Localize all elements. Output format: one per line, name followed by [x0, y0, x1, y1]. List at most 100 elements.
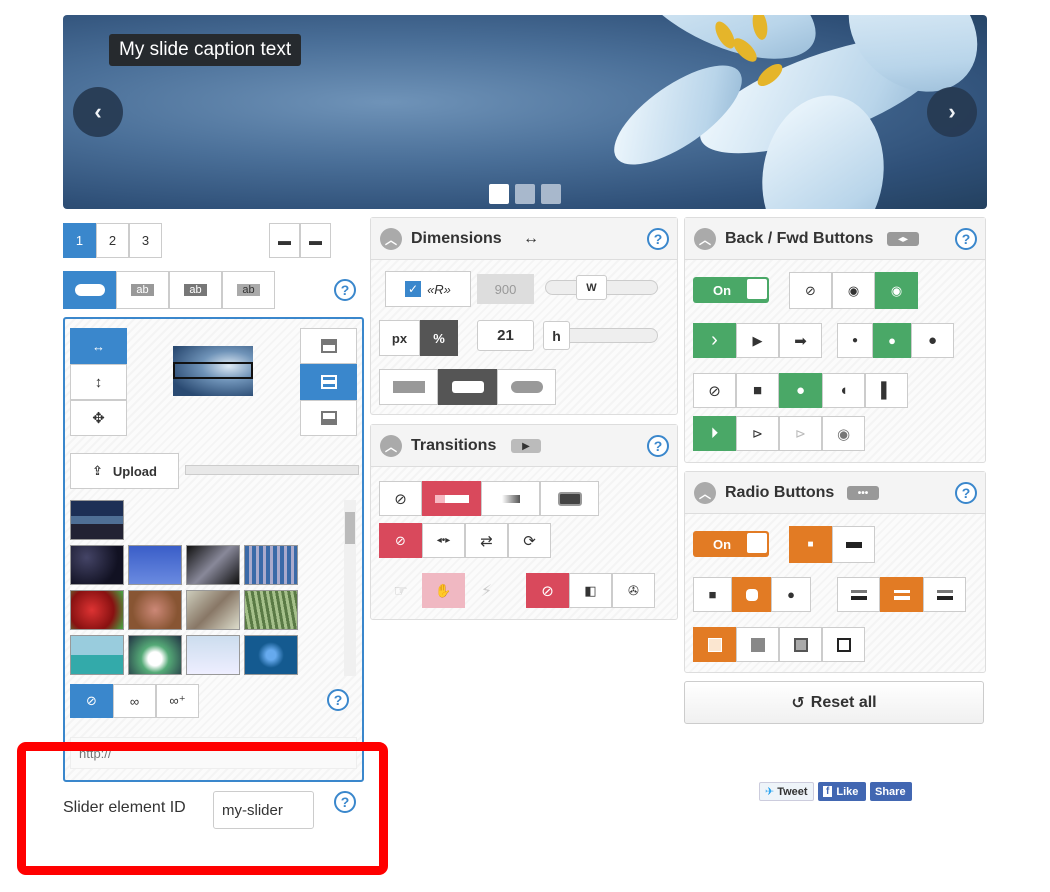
image-thumbnail[interactable]: [128, 545, 182, 585]
transition-slide-button[interactable]: [422, 481, 481, 516]
image-thumbnail[interactable]: [70, 635, 124, 675]
page-button-1[interactable]: 1: [63, 223, 96, 258]
slide-dot-2[interactable]: [515, 184, 535, 204]
add-slide-button[interactable]: ▬: [300, 223, 331, 258]
collapse-chevron-icon[interactable]: ︿: [380, 228, 402, 250]
width-value-field[interactable]: 900: [477, 274, 534, 304]
radio-dots-button[interactable]: ■: [789, 526, 832, 563]
corner-pill-button[interactable]: [497, 369, 556, 405]
slide-prev-button[interactable]: ‹: [73, 87, 123, 137]
help-icon[interactable]: ?: [334, 279, 356, 301]
caption-style-3[interactable]: ab: [222, 271, 275, 309]
size-large-button[interactable]: ●: [911, 323, 954, 358]
size-small-button[interactable]: ●: [837, 323, 873, 358]
shape-none-button[interactable]: ⊘: [693, 373, 736, 408]
arrow-long-button[interactable]: ➡: [779, 323, 822, 358]
hover-visible-button[interactable]: ◉: [832, 272, 875, 309]
radio-framed-button[interactable]: [779, 627, 822, 662]
help-icon[interactable]: ?: [327, 689, 349, 711]
image-thumbnail[interactable]: [186, 590, 240, 630]
loop-bounce-button[interactable]: ◂•▸: [422, 523, 465, 558]
caption-style-none[interactable]: [63, 271, 116, 309]
keyboard-all-button[interactable]: ✇: [612, 573, 655, 608]
keyboard-arrows-button[interactable]: ◧: [569, 573, 612, 608]
height-value-field[interactable]: 21: [477, 320, 534, 351]
radio-toggle[interactable]: On: [693, 531, 769, 557]
tweet-button[interactable]: ✈ Tweet: [759, 782, 814, 801]
radio-pos-center-button[interactable]: [880, 577, 923, 612]
link-new-window-button[interactable]: ∞⁺: [156, 684, 199, 718]
collapse-chevron-icon[interactable]: ︿: [380, 435, 402, 457]
size-medium-button[interactable]: ●: [873, 323, 911, 358]
slide-dot-3[interactable]: [541, 184, 561, 204]
slide-next-button[interactable]: ›: [927, 87, 977, 137]
unit-percent-button[interactable]: %: [420, 320, 458, 356]
help-icon[interactable]: ?: [647, 435, 669, 457]
radio-outline-button[interactable]: [822, 627, 865, 662]
corner-square-button[interactable]: [379, 369, 438, 405]
help-icon[interactable]: ?: [955, 228, 977, 250]
image-thumbnail[interactable]: [186, 635, 240, 675]
responsive-checkbox[interactable]: ✓ «R»: [385, 271, 471, 307]
facebook-share-button[interactable]: Share: [870, 782, 912, 801]
always-visible-button[interactable]: ◉: [875, 272, 918, 309]
image-thumbnail[interactable]: [70, 590, 124, 630]
collapse-chevron-icon[interactable]: ︿: [694, 482, 716, 504]
swipe-gesture-icon[interactable]: ⚡: [465, 573, 508, 608]
shape-bar-button[interactable]: ▌: [865, 373, 908, 408]
transition-zoom-button[interactable]: [540, 481, 599, 516]
keyboard-off-button[interactable]: ⊘: [526, 573, 569, 608]
hide-button[interactable]: ⊘: [789, 272, 832, 309]
arrow-triangle-button[interactable]: ▶: [736, 323, 779, 358]
backfwd-toggle[interactable]: On: [693, 277, 769, 303]
unit-px-button[interactable]: px: [379, 320, 420, 356]
radio-pos-left-button[interactable]: [837, 577, 880, 612]
page-button-2[interactable]: 2: [96, 223, 129, 258]
corner-rounded-button[interactable]: [438, 369, 497, 405]
upload-button[interactable]: ⇪ Upload: [70, 453, 179, 489]
move-button[interactable]: ✥: [70, 400, 127, 436]
align-middle-button[interactable]: [300, 364, 357, 400]
loop-off-button[interactable]: ⊘: [379, 523, 422, 558]
radio-bars-button[interactable]: [832, 526, 875, 563]
image-thumbnail[interactable]: [70, 545, 124, 585]
style-filled-button[interactable]: ⏵: [693, 416, 736, 451]
radio-pos-right-button[interactable]: [923, 577, 966, 612]
transition-fade-button[interactable]: [481, 481, 540, 516]
image-thumbnail[interactable]: [244, 545, 298, 585]
radio-light-button[interactable]: [693, 627, 736, 662]
help-icon[interactable]: ?: [955, 482, 977, 504]
link-button[interactable]: ∞: [113, 684, 156, 718]
collapse-chevron-icon[interactable]: ︿: [694, 228, 716, 250]
width-slider-knob[interactable]: W: [576, 275, 607, 300]
radio-square-button[interactable]: ■: [693, 577, 732, 612]
caption-style-1[interactable]: ab: [116, 271, 169, 309]
style-gray-button[interactable]: ◉: [822, 416, 865, 451]
radio-circle-button[interactable]: ●: [771, 577, 811, 612]
image-thumbnail[interactable]: [128, 635, 182, 675]
shape-half-circle-button[interactable]: ◖: [822, 373, 865, 408]
remove-slide-button[interactable]: ▬: [269, 223, 300, 258]
swipe-drag-button[interactable]: ✋: [422, 573, 465, 608]
gallery-scrollbar[interactable]: [344, 500, 356, 676]
swipe-touch-icon[interactable]: ☞: [379, 573, 422, 608]
transition-none-button[interactable]: ⊘: [379, 481, 422, 516]
align-bottom-button[interactable]: [300, 400, 357, 436]
image-thumbnail[interactable]: [128, 590, 182, 630]
height-slider-knob[interactable]: h: [543, 321, 570, 350]
radio-gray-button[interactable]: [736, 627, 779, 662]
image-thumbnail[interactable]: [70, 500, 124, 540]
facebook-like-button[interactable]: f Like: [818, 782, 866, 801]
align-top-button[interactable]: [300, 328, 357, 364]
image-thumbnail[interactable]: [186, 545, 240, 585]
shape-square-button[interactable]: ■: [736, 373, 779, 408]
scrollbar-thumb[interactable]: [345, 512, 355, 544]
style-light-button[interactable]: ⊳: [779, 416, 822, 451]
image-thumbnail[interactable]: [244, 635, 298, 675]
loop-infinite-button[interactable]: ⟳: [508, 523, 551, 558]
image-thumbnail[interactable]: [244, 590, 298, 630]
arrow-chevron-button[interactable]: ›: [693, 323, 736, 358]
shape-circle-button[interactable]: ●: [779, 373, 822, 408]
reset-all-button[interactable]: ↺ Reset all: [684, 681, 984, 724]
unlink-button[interactable]: ⊘: [70, 684, 113, 718]
